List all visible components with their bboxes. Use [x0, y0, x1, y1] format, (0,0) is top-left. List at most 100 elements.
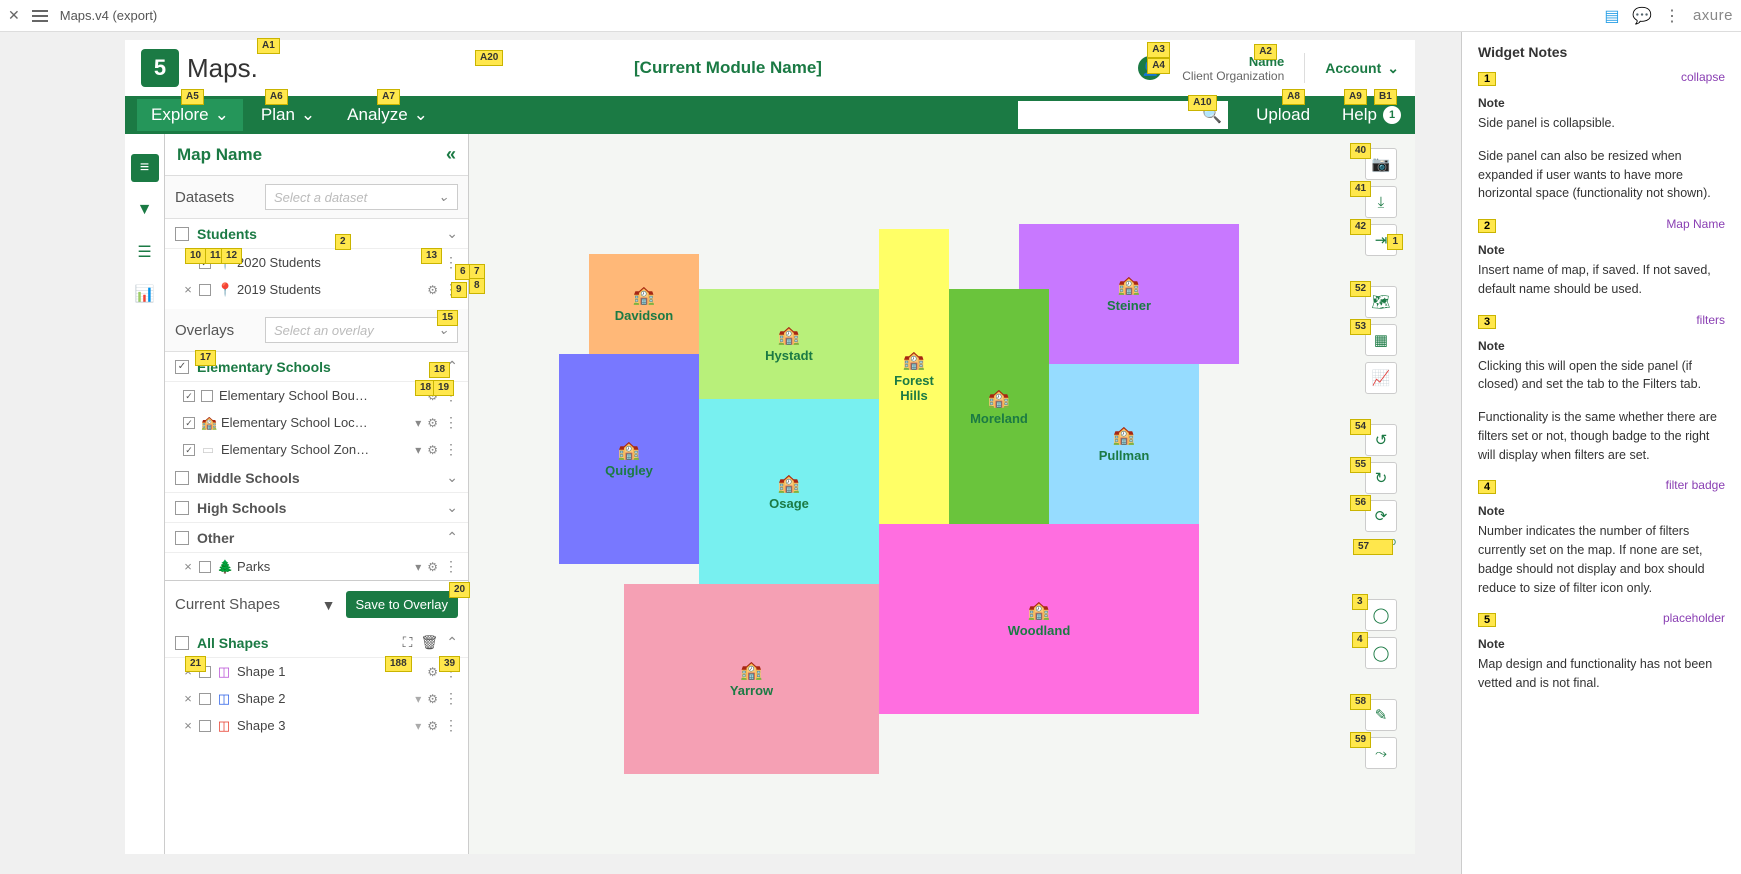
elem-loc[interactable]: 🏫 Elementary School Loc… ▾ ⚙ ⋮ — [165, 409, 468, 436]
funnel-icon[interactable]: ▾ — [415, 443, 421, 457]
grid-icon[interactable]: ▦53 — [1365, 324, 1397, 356]
stats-icon[interactable]: 📈 — [1365, 362, 1397, 394]
remove-icon[interactable]: × — [183, 282, 193, 297]
remove-icon[interactable]: × — [183, 718, 193, 733]
zone-davidson[interactable]: 🏫Davidson — [589, 254, 699, 354]
elem-group[interactable]: Elementary Schools ⌃ 17 18 — [165, 352, 468, 382]
more-icon[interactable]: ⋮ — [444, 414, 458, 431]
more-icon[interactable]: ⋮ — [444, 690, 458, 707]
save-overlay-button[interactable]: Save to Overlay — [346, 591, 459, 618]
funnel-icon[interactable]: ▾ — [415, 560, 421, 574]
funnel-icon[interactable]: ▾ — [415, 416, 421, 430]
more-icon[interactable]: ⋮ — [444, 558, 458, 575]
map-view[interactable]: 🏫Davidson 🏫Hystadt 🏫Forest Hills 🏫Steine… — [469, 134, 1415, 854]
gear-icon[interactable]: ⚙ — [427, 719, 438, 733]
filter-icon[interactable]: ▼ — [322, 597, 336, 613]
route-icon[interactable]: ⤳59 — [1365, 737, 1397, 769]
checkbox[interactable] — [183, 390, 195, 402]
zone-moreland[interactable]: 🏫Moreland — [949, 289, 1049, 524]
menu-icon[interactable] — [32, 10, 48, 22]
gear-icon[interactable]: ⚙ — [427, 665, 438, 679]
parks-item[interactable]: × 🌲 Parks ▾ ⚙ ⋮ — [165, 553, 468, 580]
gear-icon[interactable]: ⚙ — [427, 692, 438, 706]
zone-steiner[interactable]: 🏫Steiner — [1019, 224, 1239, 364]
layers-icon[interactable]: ≡ — [131, 154, 159, 182]
elem-zon[interactable]: ▭ Elementary School Zon… ▾ ⚙ ⋮ — [165, 436, 468, 463]
shape2-item[interactable]: × ◫ Shape 2 ▾ ⚙ ⋮ — [165, 685, 468, 712]
page-icon[interactable]: ▤ — [1603, 7, 1621, 25]
filter-icon[interactable]: ▼ — [131, 196, 159, 224]
checkbox[interactable] — [175, 471, 189, 485]
chevron-down-icon[interactable]: ⌄ — [446, 499, 458, 516]
chart-icon[interactable]: 📊 — [131, 280, 159, 308]
redo-icon[interactable]: ↻55 — [1365, 462, 1397, 494]
dataset-2020[interactable]: 📍 2020 Students ⋮ 10 11 12 13 — [165, 249, 468, 276]
chevron-down-icon[interactable]: ⌄ — [446, 469, 458, 486]
dataset-select[interactable]: Select a dataset ⌄ — [265, 184, 458, 210]
circle3-icon[interactable]: ◯3 — [1365, 599, 1397, 631]
list-icon[interactable]: ☰ — [131, 238, 159, 266]
zone-forest[interactable]: 🏫Forest Hills — [879, 229, 949, 524]
elem-bound[interactable]: Elementary School Bou… ⚙ ⋮ 18 19 — [165, 382, 468, 409]
remove-icon[interactable]: × — [183, 559, 193, 574]
other-group[interactable]: Other ⌃ — [165, 523, 468, 553]
checkbox[interactable] — [175, 360, 189, 374]
map-icon[interactable]: 🗺52 — [1365, 286, 1397, 318]
chevron-up-icon[interactable]: ⌃ — [446, 634, 458, 651]
refresh-icon[interactable]: ⟳56 — [1365, 500, 1397, 532]
nav-analyze[interactable]: Analyze ⌄ A7 — [333, 99, 442, 131]
gear-icon[interactable]: ⚙ — [427, 283, 438, 297]
checkbox[interactable] — [199, 561, 211, 573]
search-bar[interactable]: 🔍 A10 — [1018, 101, 1228, 129]
more-icon[interactable]: ⋮ — [444, 441, 458, 458]
search-input[interactable] — [1024, 108, 1202, 123]
checkbox[interactable] — [183, 417, 195, 429]
overlay-select[interactable]: Select an overlay ⌄ — [265, 317, 458, 343]
download-icon[interactable]: ⤓41 — [1365, 186, 1397, 218]
checkbox[interactable] — [175, 227, 189, 241]
students-group[interactable]: Students ⌄ — [165, 219, 468, 249]
funnel-icon[interactable]: ▾ — [415, 692, 421, 706]
gear-icon[interactable]: ⚙ — [427, 560, 438, 574]
more-icon[interactable]: ⋮ — [1663, 7, 1681, 25]
undo-icon[interactable]: ↺54 — [1365, 424, 1397, 456]
middle-group[interactable]: Middle Schools ⌄ — [165, 463, 468, 493]
remove-icon[interactable]: × — [183, 691, 193, 706]
chevron-up-icon[interactable]: ⌃ — [446, 529, 458, 546]
checkbox[interactable] — [175, 501, 189, 515]
zone-quigley[interactable]: 🏫Quigley — [559, 354, 699, 564]
checkbox[interactable] — [201, 390, 213, 402]
zone-yarrow[interactable]: 🏫Yarrow — [624, 584, 879, 774]
zone-osage[interactable]: 🏫Osage — [699, 399, 879, 584]
map-name-title[interactable]: Map Name — [177, 145, 262, 165]
nav-plan[interactable]: Plan ⌄ A6 — [247, 99, 329, 131]
more-icon[interactable]: ⋮ — [444, 717, 458, 734]
checkbox[interactable] — [175, 531, 189, 545]
nav-upload[interactable]: Upload A8 — [1242, 99, 1324, 131]
camera-icon[interactable]: 📷40 — [1365, 148, 1397, 180]
funnel-icon[interactable]: ▾ — [415, 719, 421, 733]
chevron-down-icon[interactable]: ⌄ — [446, 225, 458, 242]
comment-icon[interactable]: 💬 — [1633, 7, 1651, 25]
gear-icon[interactable]: ⚙ — [427, 416, 438, 430]
dataset-2019[interactable]: × 📍 2019 Students ⚙ ⋮ — [165, 276, 468, 303]
account-link[interactable]: Account ⌄ — [1325, 60, 1399, 77]
circle4-icon[interactable]: ◯4 — [1365, 637, 1397, 669]
select-icon[interactable]: ⛶ — [403, 634, 413, 651]
checkbox[interactable] — [175, 636, 189, 650]
pencil-icon[interactable]: ✎58 — [1365, 699, 1397, 731]
zone-pullman[interactable]: 🏫Pullman — [1049, 364, 1199, 524]
nav-help[interactable]: Help 1 A9 B1 — [1328, 99, 1415, 131]
checkbox[interactable] — [199, 693, 211, 705]
zone-hystadt[interactable]: 🏫Hystadt — [699, 289, 879, 399]
collapse-icon[interactable]: « — [446, 144, 456, 165]
close-icon[interactable]: ✕ — [8, 7, 20, 24]
zone-woodland[interactable]: 🏫Woodland — [879, 524, 1199, 714]
checkbox[interactable] — [199, 284, 211, 296]
shape1-item[interactable]: × ◫ Shape 1 ⚙ ⋮ 21 188 39 — [165, 658, 468, 685]
shape3-item[interactable]: × ◫ Shape 3 ▾ ⚙ ⋮ — [165, 712, 468, 739]
checkbox[interactable] — [199, 720, 211, 732]
all-shapes-group[interactable]: All Shapes ⛶ 🗑 ⌃ — [165, 628, 468, 658]
high-group[interactable]: High Schools ⌄ — [165, 493, 468, 523]
trash-icon[interactable]: 🗑 — [420, 634, 438, 651]
